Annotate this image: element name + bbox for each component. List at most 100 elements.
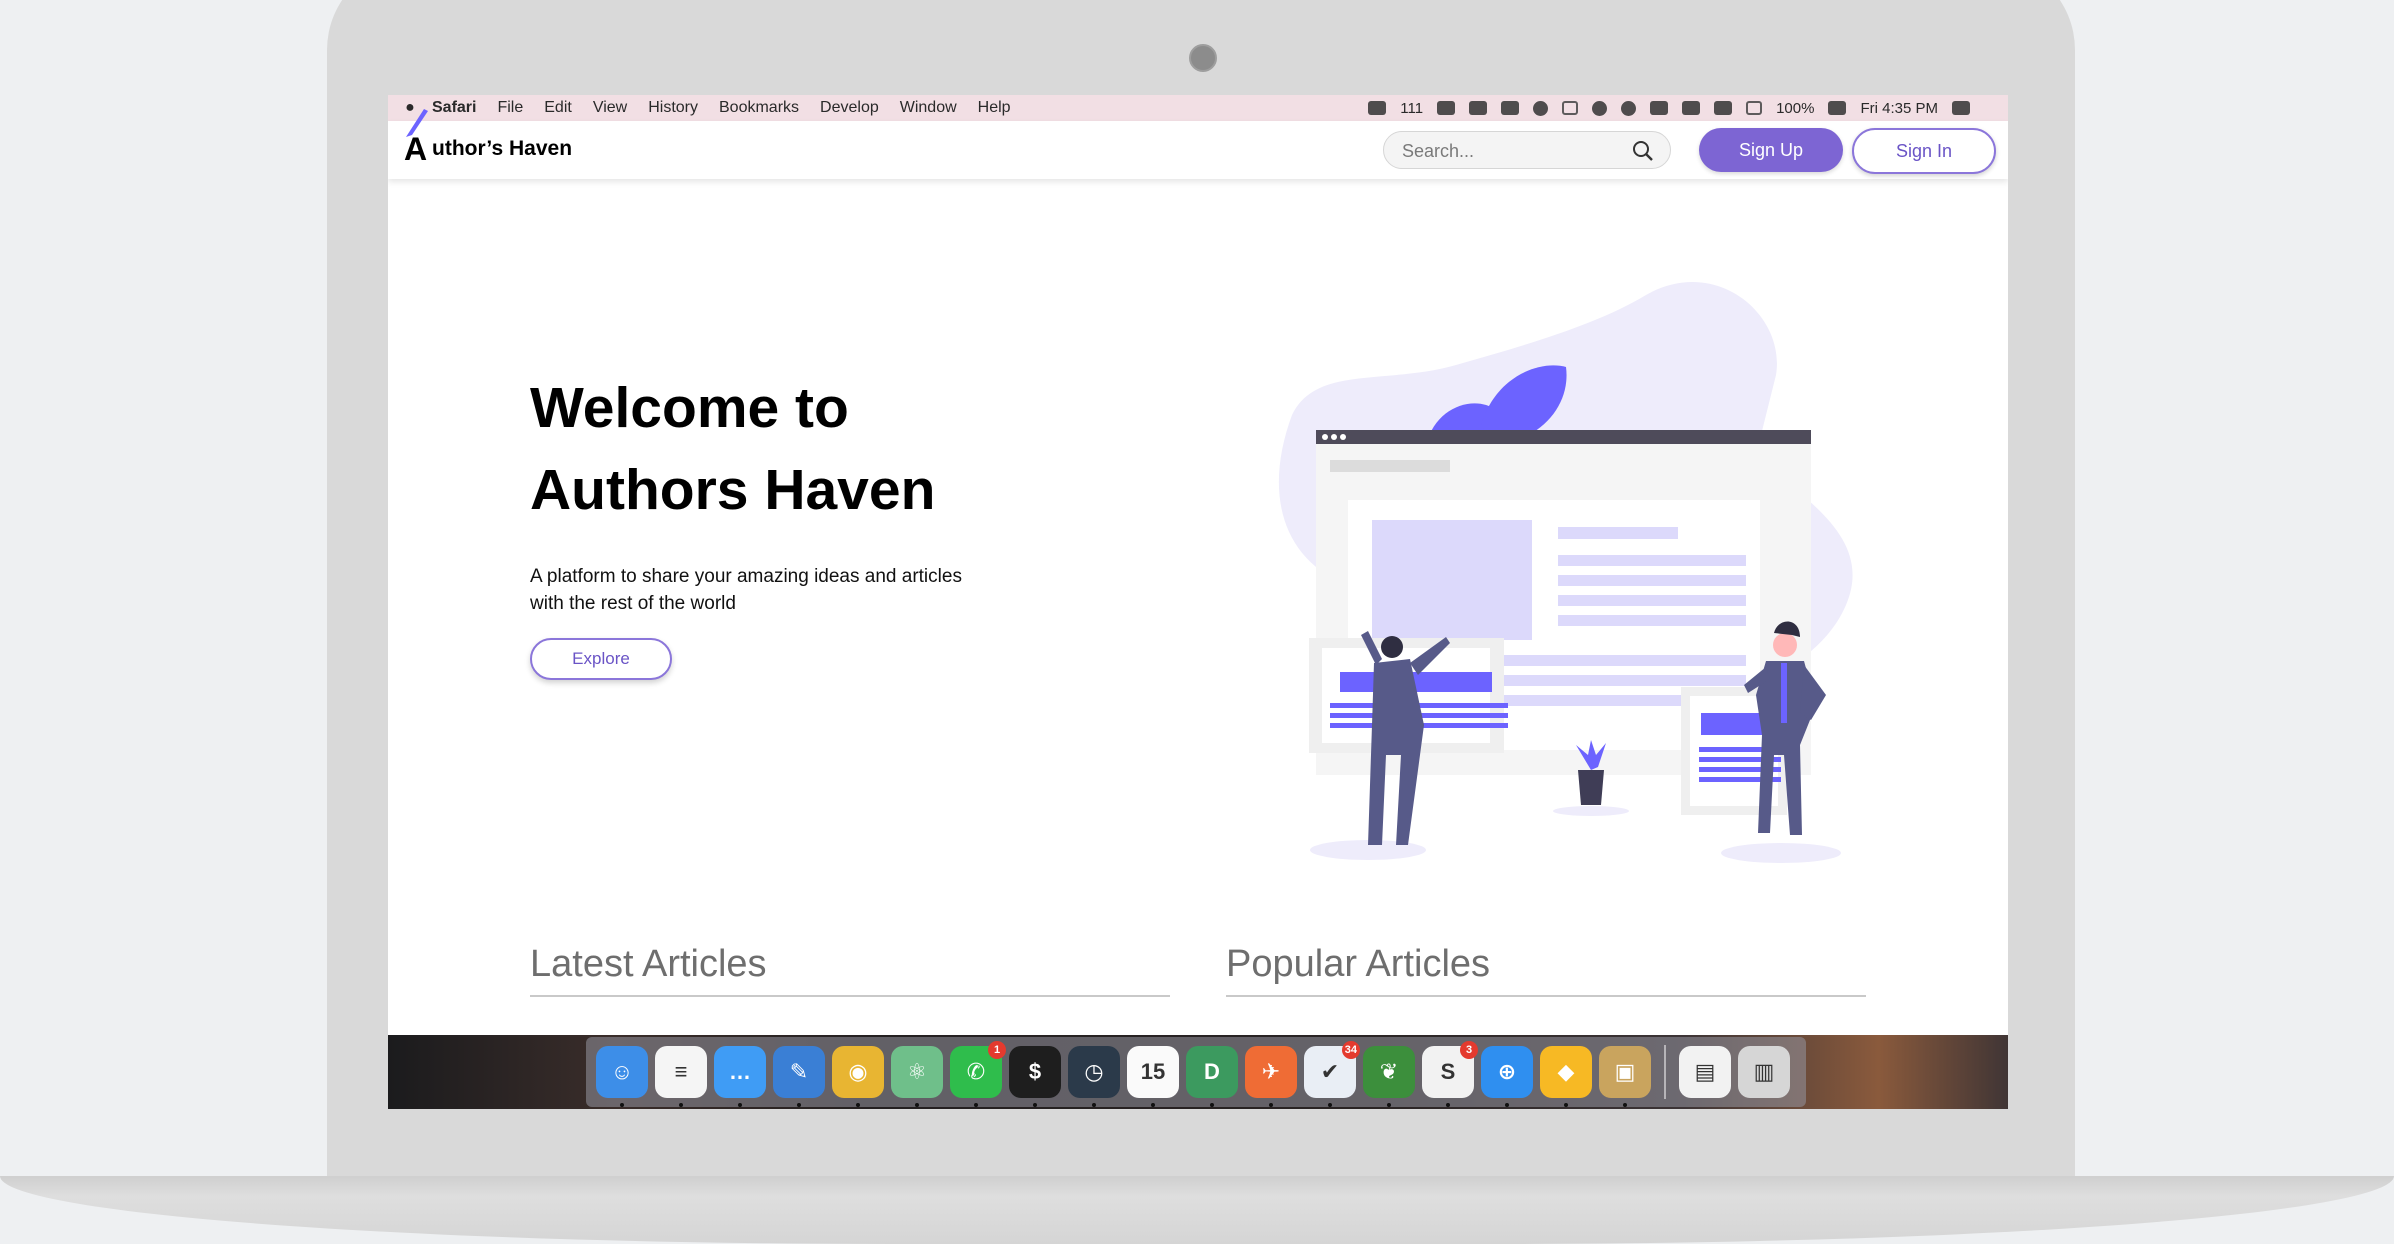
logo-text: uthor’s Haven xyxy=(432,137,573,160)
running-indicator xyxy=(1092,1103,1096,1107)
explore-button[interactable]: Explore xyxy=(530,638,672,680)
sign-up-button[interactable]: Sign Up xyxy=(1699,128,1843,172)
messages-glyph: … xyxy=(729,1059,751,1084)
airplay-icon[interactable] xyxy=(1746,101,1763,115)
clock[interactable]: Fri 4:35 PM xyxy=(1860,100,1938,117)
running-indicator xyxy=(620,1103,624,1107)
messages-icon[interactable]: … xyxy=(714,1046,766,1107)
running-indicator xyxy=(738,1103,742,1107)
shield-icon[interactable] xyxy=(1368,101,1387,115)
finder-icon[interactable]: ☺ xyxy=(596,1046,648,1107)
xcode-icon[interactable]: ✎ xyxy=(773,1046,825,1107)
time-machine-glyph: ◷ xyxy=(1084,1059,1104,1084)
menu-help[interactable]: Help xyxy=(978,99,1011,117)
hero-subtitle-line1: A platform to share your amazing ideas a… xyxy=(530,566,962,587)
evernote-tray-icon[interactable] xyxy=(1469,101,1488,115)
running-indicator xyxy=(1623,1103,1627,1107)
running-indicator xyxy=(1269,1103,1273,1107)
person-left-head xyxy=(1381,636,1403,658)
dash-icon[interactable]: D xyxy=(1186,1046,1238,1107)
running-indicator xyxy=(915,1103,919,1107)
menu-file[interactable]: File xyxy=(497,99,523,117)
menu-safari[interactable]: Safari xyxy=(432,99,476,117)
running-indicator xyxy=(1151,1103,1155,1107)
chrome-icon[interactable]: ◉ xyxy=(832,1046,884,1107)
terminal-icon[interactable]: $ xyxy=(1009,1046,1061,1107)
hero-subtitle-line2: with the rest of the world xyxy=(530,593,736,614)
camera xyxy=(1189,44,1217,72)
calendar-glyph: 15 xyxy=(1140,1059,1166,1084)
latest-articles-heading: Latest Articles xyxy=(530,943,1170,997)
search-icon[interactable] xyxy=(1632,140,1654,162)
calendar-icon[interactable]: 15 xyxy=(1127,1046,1179,1107)
do-not-disturb-icon[interactable] xyxy=(1592,100,1608,116)
screen: ● Safari File Edit View History Bookmark… xyxy=(388,95,2008,1109)
browser-titlebar xyxy=(1316,430,1811,444)
time-machine-icon[interactable]: ◷ xyxy=(1068,1046,1120,1107)
dock: ☺ ≡ … ✎ ◉ ⚛ ✆ 1 $ ◷ 15 D ✈ ✔ 34 ❦ S 3 ⊕ ◆ ▣ ▤ ▥ xyxy=(586,1037,1806,1107)
atom-glyph: ⚛ xyxy=(907,1059,927,1084)
running-indicator xyxy=(1446,1103,1450,1107)
slack-icon[interactable]: S3 xyxy=(1422,1041,1478,1107)
calendar-tray-icon[interactable] xyxy=(1562,101,1579,115)
menu-bookmarks[interactable]: Bookmarks xyxy=(719,99,799,117)
postman-glyph: ✈ xyxy=(1261,1059,1281,1084)
battery-icon[interactable] xyxy=(1828,101,1847,115)
hero-title: Welcome to Authors Haven xyxy=(530,367,1130,531)
menu-history[interactable]: History xyxy=(648,99,698,117)
terminal-glyph: $ xyxy=(1028,1059,1042,1084)
notification-badge: 3 xyxy=(1460,1041,1478,1059)
atom-icon[interactable]: ⚛ xyxy=(891,1046,943,1107)
hero-title-line1: Welcome to xyxy=(530,376,849,440)
status-tray: 111 100% Fri 4:35 PM xyxy=(1368,95,1970,121)
xcode-glyph: ✎ xyxy=(789,1059,809,1084)
tray-badge-count: 111 xyxy=(1400,99,1424,117)
document-icon[interactable]: ▤ xyxy=(1679,1046,1731,1098)
running-indicator xyxy=(797,1103,801,1107)
menu-edit[interactable]: Edit xyxy=(544,99,572,117)
quill-icon xyxy=(406,108,428,137)
trash-icon[interactable]: ▥ xyxy=(1738,1046,1790,1098)
volume-icon[interactable] xyxy=(1650,101,1669,115)
sketch-icon[interactable]: ◆ xyxy=(1540,1046,1592,1107)
mail-glyph: ✔ xyxy=(1320,1059,1340,1084)
menu-view[interactable]: View xyxy=(593,99,627,117)
running-indicator xyxy=(1033,1103,1037,1107)
person-right-head xyxy=(1773,633,1797,657)
app-tray-icon[interactable] xyxy=(1533,100,1549,116)
menu-develop[interactable]: Develop xyxy=(820,99,879,117)
spotlight-icon[interactable] xyxy=(1621,100,1637,116)
safari-icon[interactable]: ⊕ xyxy=(1481,1046,1533,1107)
menubar: ● Safari File Edit View History Bookmark… xyxy=(388,95,2008,121)
search-box xyxy=(1383,131,1671,170)
search-input[interactable] xyxy=(1384,132,1624,170)
reminders-glyph: ≡ xyxy=(674,1059,688,1084)
whatsapp-icon[interactable]: ✆ 1 xyxy=(950,1041,1006,1107)
sign-in-button[interactable]: Sign In xyxy=(1852,128,1996,174)
preview-icon[interactable]: ▣ xyxy=(1599,1046,1651,1107)
running-indicator xyxy=(1328,1103,1332,1107)
postman-icon[interactable]: ✈ xyxy=(1245,1046,1297,1107)
menu-window[interactable]: Window xyxy=(900,99,957,117)
dock-separator xyxy=(1664,1045,1666,1099)
notification-badge: 34 xyxy=(1341,1041,1360,1059)
safari-glyph: ⊕ xyxy=(1497,1059,1517,1084)
running-indicator xyxy=(1505,1103,1509,1107)
trash-glyph: ▥ xyxy=(1753,1059,1775,1084)
mail-tray-icon[interactable] xyxy=(1501,101,1520,115)
site-logo[interactable]: A uthor’s Haven xyxy=(404,108,573,169)
wifi-icon[interactable] xyxy=(1682,101,1701,115)
finder-glyph: ☺ xyxy=(610,1059,634,1084)
logo-mark: A xyxy=(404,108,430,168)
running-indicator xyxy=(856,1103,860,1107)
evernote-icon[interactable]: ❦ xyxy=(1363,1046,1415,1107)
mail-icon[interactable]: ✔ 34 xyxy=(1304,1041,1360,1107)
notification-center-icon[interactable] xyxy=(1952,101,1970,115)
reminders-icon[interactable]: ≡ xyxy=(655,1046,707,1107)
chrome-glyph: ◉ xyxy=(848,1059,868,1084)
dash-glyph: D xyxy=(1204,1059,1220,1084)
laptop-base xyxy=(0,1176,2394,1244)
dropbox-icon[interactable] xyxy=(1437,101,1456,115)
bluetooth-icon[interactable] xyxy=(1714,101,1733,115)
slack-glyph: S xyxy=(1440,1059,1456,1084)
